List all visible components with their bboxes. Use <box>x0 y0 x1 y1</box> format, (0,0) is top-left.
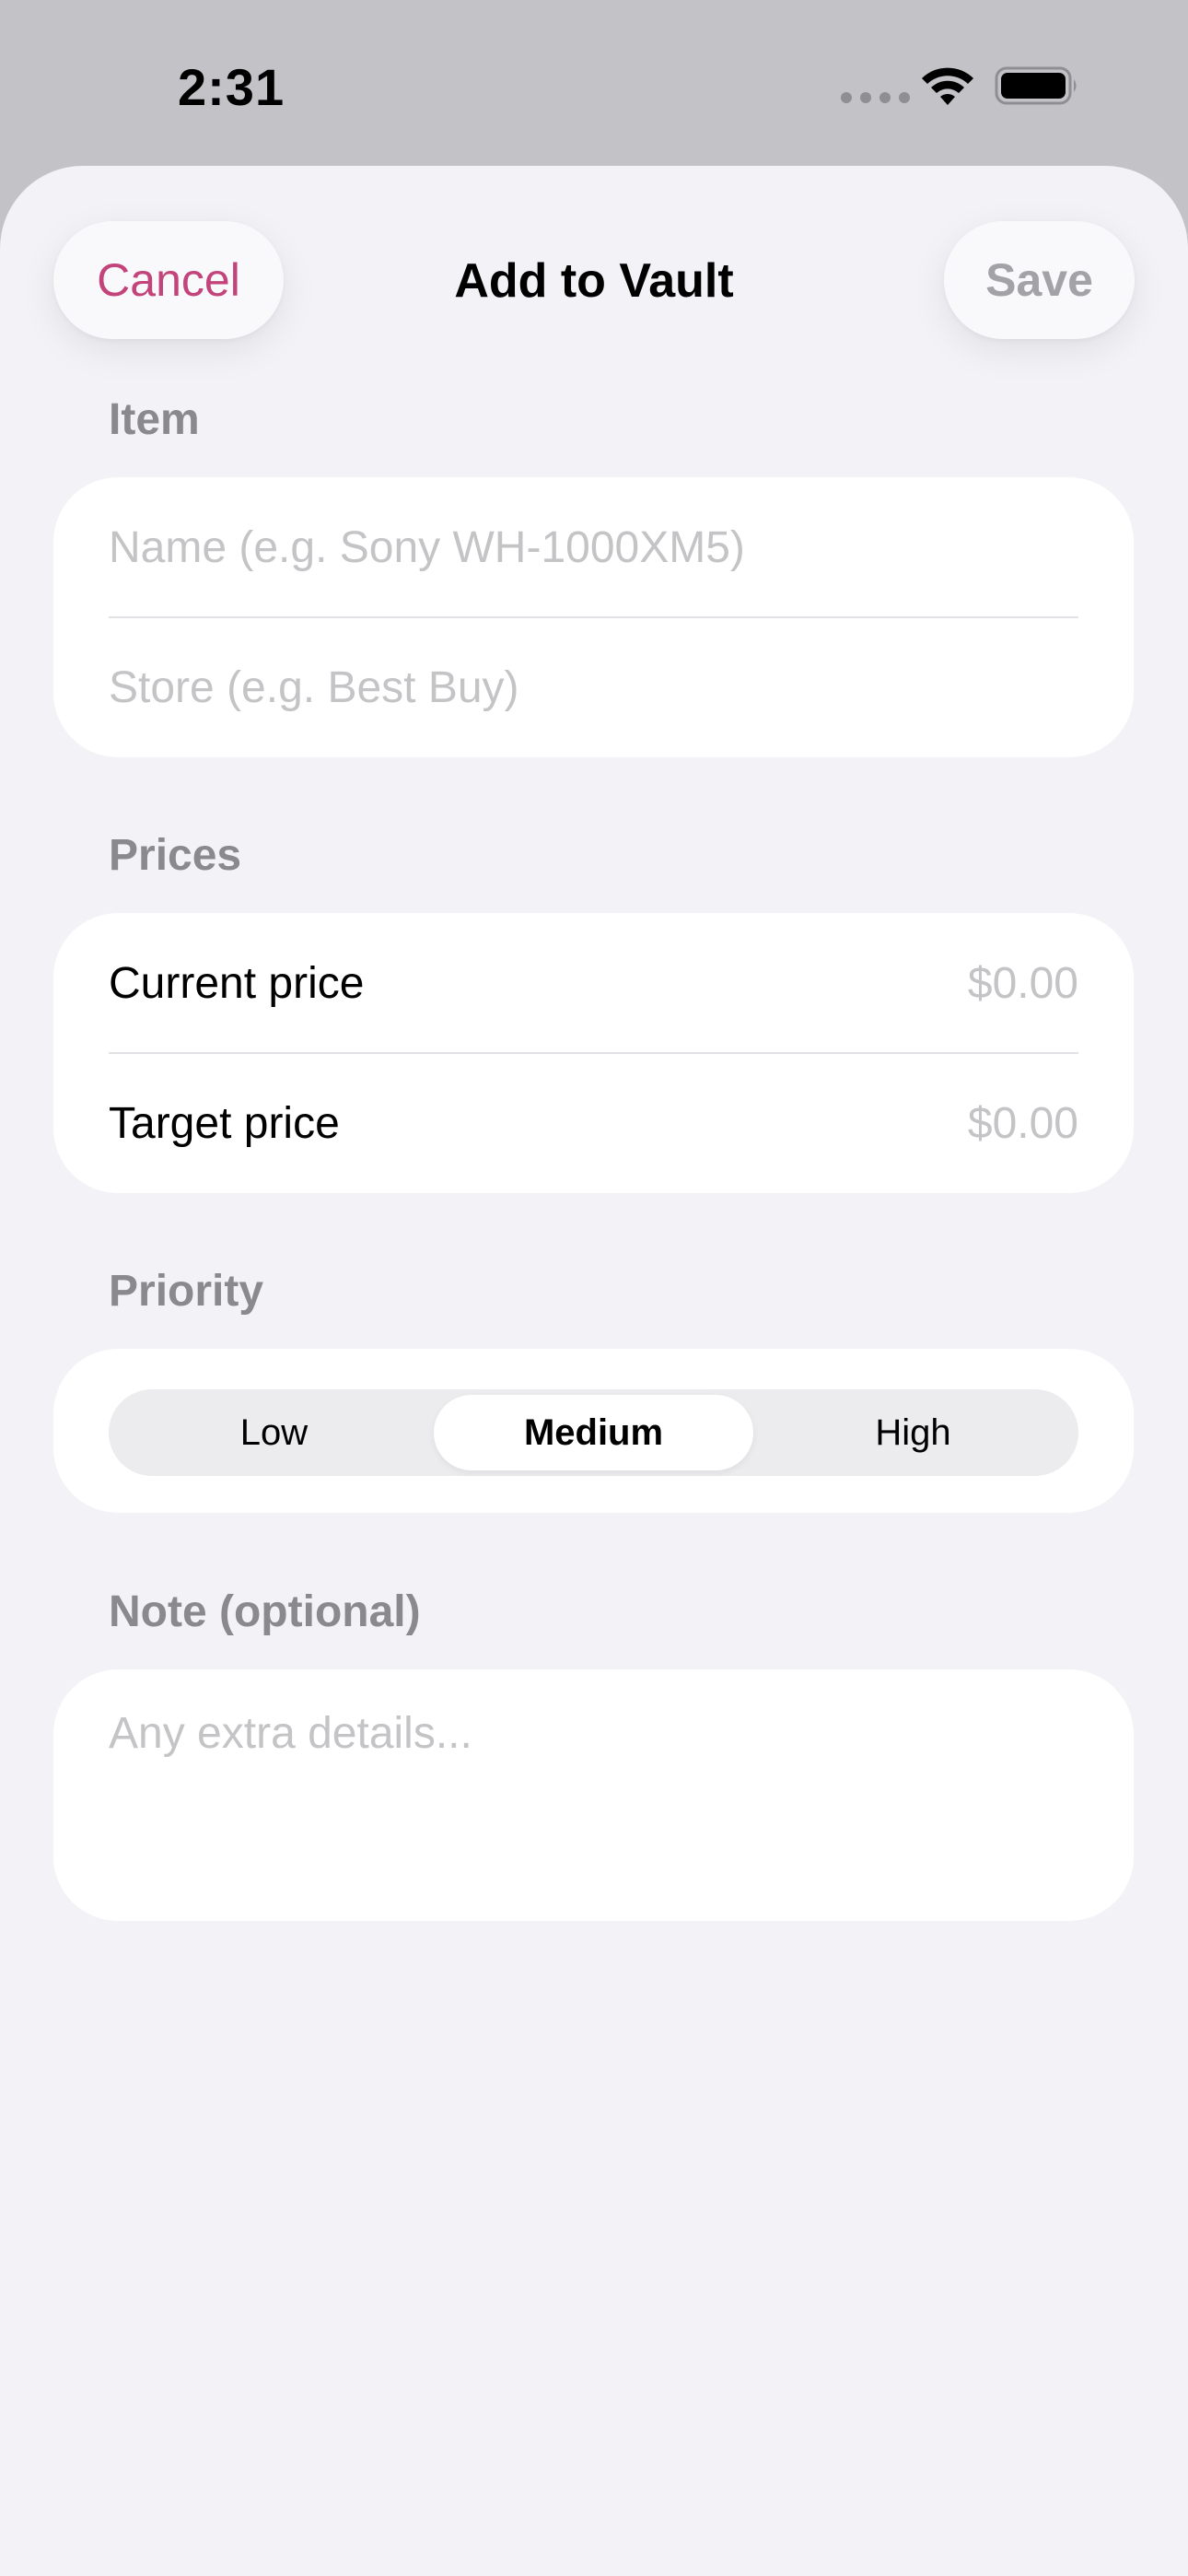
current-price-label: Current price <box>109 958 365 1008</box>
item-card <box>53 477 1134 757</box>
target-price-label: Target price <box>109 1098 340 1148</box>
current-price-row[interactable]: Current price $0.00 <box>109 913 1078 1053</box>
current-price-input[interactable]: $0.00 <box>968 958 1078 1009</box>
item-section-label: Item <box>109 395 200 444</box>
priority-section-label: Priority <box>109 1267 264 1316</box>
store-row <box>109 617 1078 757</box>
priority-low-segment[interactable]: Low <box>114 1395 434 1470</box>
note-card[interactable]: Any extra details... <box>53 1669 1134 1921</box>
note-section-label: Note (optional) <box>109 1587 421 1636</box>
save-button[interactable]: Save <box>944 221 1135 339</box>
target-price-row[interactable]: Target price $0.00 <box>109 1053 1078 1193</box>
status-bar: 2:31 <box>0 0 1188 166</box>
prices-section-label: Prices <box>109 831 242 880</box>
store-input[interactable] <box>109 662 1078 713</box>
target-price-input[interactable]: $0.00 <box>968 1098 1078 1149</box>
priority-segmented-control: Low Medium High <box>109 1389 1078 1476</box>
status-time: 2:31 <box>178 58 285 116</box>
prices-card: Current price $0.00 Target price $0.00 <box>53 913 1134 1193</box>
priority-card: Low Medium High <box>53 1349 1134 1513</box>
cellular-signal-icon <box>841 92 910 103</box>
screen: 2:31 Cancel Add to Vault Save Item Name … <box>0 0 1188 2576</box>
note-input[interactable]: Any extra details... <box>109 1708 472 1759</box>
name-input[interactable] <box>109 521 1078 573</box>
priority-high-segment[interactable]: High <box>753 1395 1073 1470</box>
battery-icon <box>995 66 1077 105</box>
wifi-icon <box>922 67 973 105</box>
name-row <box>109 477 1078 617</box>
priority-medium-segment[interactable]: Medium <box>434 1395 753 1470</box>
add-item-sheet: Cancel Add to Vault Save Item Prices Cur… <box>0 166 1188 2576</box>
